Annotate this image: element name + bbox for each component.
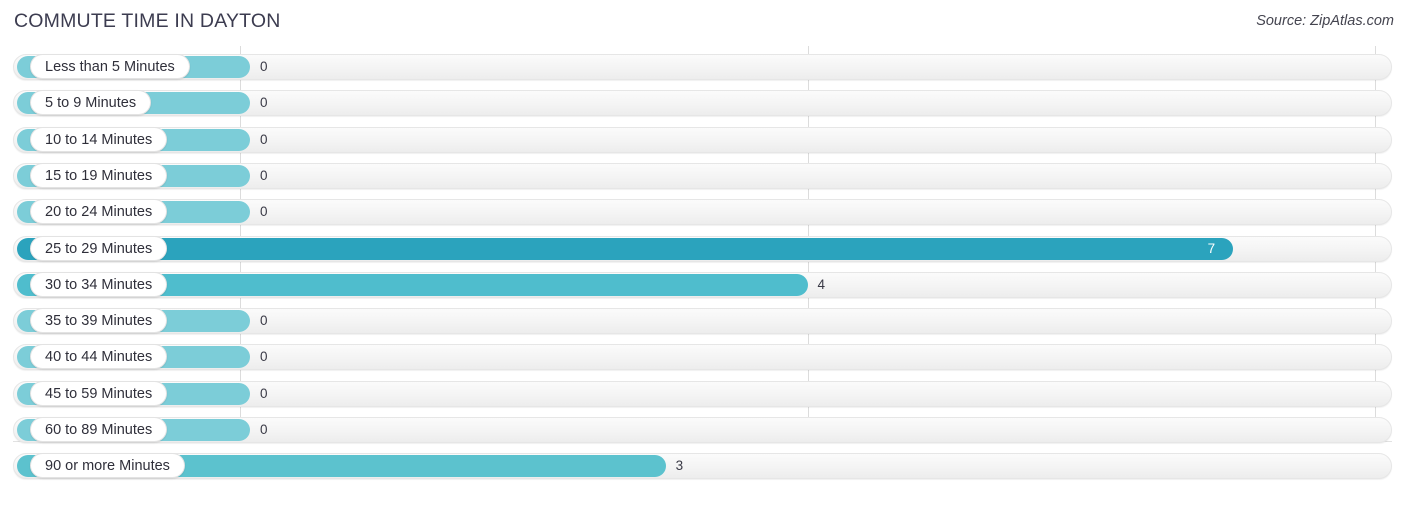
page-title: COMMUTE TIME IN DAYTON [14, 10, 281, 32]
category-label: 60 to 89 Minutes [30, 417, 168, 442]
bar-value-label: 0 [260, 59, 268, 74]
source-attribution: Source: ZipAtlas.com [1256, 13, 1394, 29]
bar-value-label: 0 [260, 204, 268, 220]
bar-value-label: 4 [817, 276, 826, 292]
category-label: 40 to 44 Minutes [30, 344, 168, 370]
bar-value-label: 0 [260, 385, 268, 401]
chart-row[interactable]: 0 60 to 89 Minutes [0, 415, 1406, 445]
chart-row[interactable]: 0 5 to 9 Minutes [0, 88, 1406, 118]
category-label: 15 to 19 Minutes [30, 162, 168, 188]
category-label: 90 or more Minutes [30, 453, 185, 479]
chart-row[interactable]: 4 30 to 34 Minutes [0, 270, 1406, 300]
chart-row[interactable]: 3 90 or more Minutes [0, 451, 1406, 481]
chart-row[interactable]: 0 20 to 24 Minutes [0, 197, 1406, 227]
category-label: 10 to 14 Minutes [30, 126, 168, 152]
category-label: 30 to 34 Minutes [30, 271, 168, 297]
chart-row[interactable]: 0 15 to 19 Minutes [0, 161, 1406, 191]
chart-row[interactable]: 0 10 to 14 Minutes [0, 125, 1406, 155]
bar-value-label: 0 [260, 95, 268, 111]
category-label: 25 to 29 Minutes [30, 235, 168, 261]
chart-plot-area: 0480Less than 5 Minutes05 to 9 Minutes01… [0, 46, 1406, 487]
category-label: 5 to 9 Minutes [30, 90, 152, 116]
chart-row[interactable]: 0 35 to 39 Minutes [0, 306, 1406, 336]
bar-value-label: 0 [260, 349, 268, 365]
bar-value-label: 0 [260, 313, 268, 329]
category-label: 45 to 59 Minutes [30, 380, 168, 406]
bar-value-label: 0 [260, 167, 268, 183]
chart-row[interactable]: 0 40 to 44 Minutes [0, 342, 1406, 372]
category-label: Less than 5 Minutes [30, 54, 190, 79]
bar[interactable] [17, 237, 1234, 260]
chart-row[interactable]: 0 45 to 59 Minutes [0, 379, 1406, 409]
category-label: 35 to 39 Minutes [30, 308, 168, 334]
category-label: 20 to 24 Minutes [30, 199, 168, 225]
bar-value-label: 3 [675, 458, 684, 474]
chart-row[interactable]: 0 Less than 5 Minutes [0, 52, 1406, 82]
bar-value-label: 0 [260, 422, 268, 437]
chart-row[interactable]: 7 25 to 29 Minutes [0, 234, 1406, 264]
bar-value-label: 7 [1207, 240, 1216, 256]
bar-value-label: 0 [260, 131, 268, 147]
